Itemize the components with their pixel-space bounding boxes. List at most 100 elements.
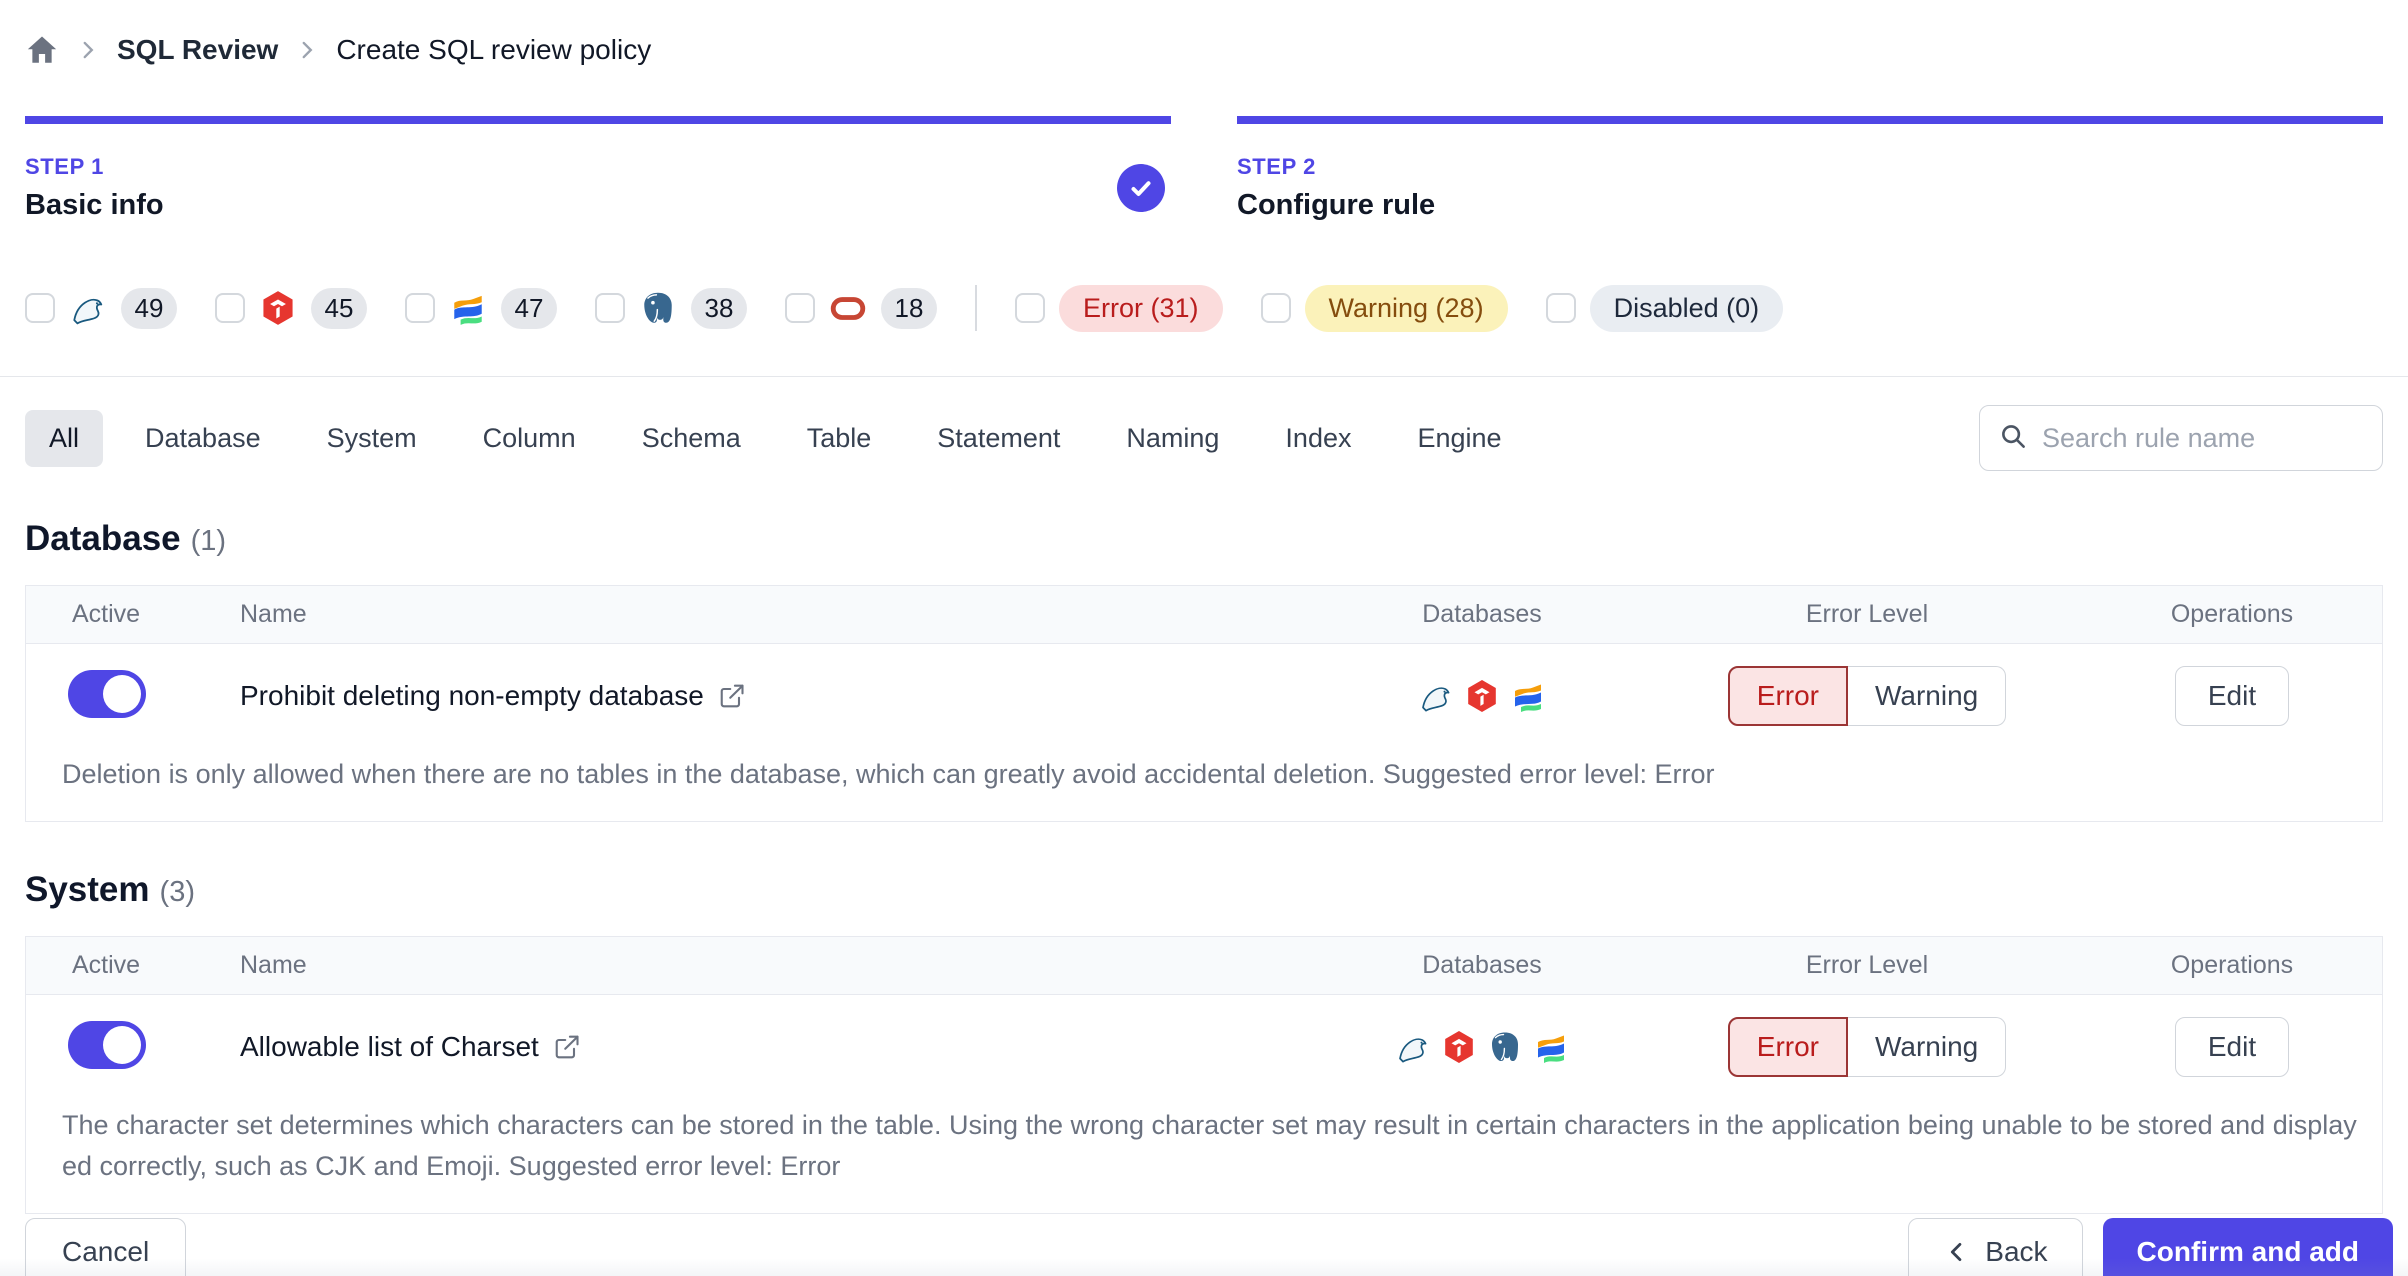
back-button-label: Back bbox=[1985, 1236, 2048, 1267]
filter-level-warning[interactable]: Warning (28) bbox=[1260, 284, 1508, 332]
step-1-progress-bar bbox=[25, 116, 1171, 124]
external-link-icon[interactable] bbox=[718, 682, 746, 710]
chevron-right-icon bbox=[75, 37, 101, 63]
tab-index[interactable]: Index bbox=[1261, 410, 1375, 467]
footer-action-bar: Cancel Back Confirm and add bbox=[25, 1218, 2393, 1276]
cancel-button[interactable]: Cancel bbox=[25, 1218, 187, 1276]
filter-oceanbase[interactable]: 47 bbox=[405, 287, 557, 329]
rule-active-toggle[interactable] bbox=[68, 1020, 146, 1069]
chevron-left-icon bbox=[1951, 1243, 1962, 1261]
tab-statement[interactable]: Statement bbox=[913, 410, 1084, 467]
error-level-error-button[interactable]: Error bbox=[1727, 1017, 1848, 1077]
postgresql-icon bbox=[1487, 1029, 1523, 1065]
chevron-right-icon bbox=[294, 37, 320, 63]
section-system-header: System (3) bbox=[25, 870, 2383, 910]
section-database-header: Database (1) bbox=[25, 519, 2383, 559]
column-header-active: Active bbox=[72, 951, 141, 979]
oracle-icon bbox=[829, 289, 867, 327]
column-header-operations: Operations bbox=[2170, 951, 2294, 979]
system-rules-table: Active Name Databases Error Level Operat… bbox=[25, 936, 2383, 1214]
back-button[interactable]: Back bbox=[1908, 1218, 2083, 1276]
step-indicator: STEP 1 Basic info STEP 2 Configure rule bbox=[25, 116, 2383, 222]
table-row: Prohibit deleting non-empty database Err… bbox=[26, 644, 2382, 740]
filter-tidb[interactable]: 45 bbox=[215, 287, 367, 329]
breadcrumb-sql-review[interactable]: SQL Review bbox=[117, 34, 278, 66]
disabled-level-checkbox[interactable] bbox=[1545, 293, 1576, 323]
column-header-error-level: Error Level bbox=[1805, 600, 1929, 628]
oceanbase-count-badge: 47 bbox=[501, 287, 557, 329]
warning-count-pill[interactable]: Warning (28) bbox=[1304, 284, 1508, 332]
confirm-and-add-button[interactable]: Confirm and add bbox=[2102, 1218, 2393, 1276]
disabled-count-pill[interactable]: Disabled (0) bbox=[1589, 284, 1784, 332]
tab-schema[interactable]: Schema bbox=[618, 410, 765, 467]
step-2-title: Configure rule bbox=[1237, 189, 1436, 221]
table-header-row: Active Name Databases Error Level Operat… bbox=[26, 937, 2382, 995]
section-title: Database bbox=[25, 519, 181, 558]
search-box[interactable] bbox=[1979, 405, 2383, 471]
postgresql-count-badge: 38 bbox=[691, 287, 747, 329]
oracle-checkbox[interactable] bbox=[785, 293, 815, 323]
search-input[interactable] bbox=[2042, 422, 2364, 454]
filter-level-disabled[interactable]: Disabled (0) bbox=[1545, 284, 1784, 332]
warning-level-checkbox[interactable] bbox=[1260, 293, 1291, 323]
tab-naming[interactable]: Naming bbox=[1102, 410, 1243, 467]
column-header-error-level: Error Level bbox=[1805, 951, 1929, 979]
rule-name-link[interactable]: Prohibit deleting non-empty database bbox=[240, 680, 704, 712]
postgresql-checkbox[interactable] bbox=[595, 293, 625, 323]
mysql-icon bbox=[1395, 1029, 1431, 1065]
rule-active-toggle[interactable] bbox=[68, 669, 146, 718]
step-1-completed-check-icon bbox=[1117, 164, 1165, 212]
filter-divider bbox=[975, 285, 977, 331]
error-level-error-button[interactable]: Error bbox=[1727, 666, 1848, 726]
mysql-count-badge: 49 bbox=[121, 287, 177, 329]
column-header-name: Name bbox=[240, 951, 307, 979]
filter-oracle[interactable]: 18 bbox=[785, 287, 937, 329]
home-icon[interactable] bbox=[25, 33, 59, 67]
tidb-icon bbox=[1464, 678, 1500, 714]
oceanbase-checkbox[interactable] bbox=[405, 293, 435, 323]
database-rules-table: Active Name Databases Error Level Operat… bbox=[25, 585, 2383, 822]
filter-bar: 49 45 47 38 18 Error (31) Warning (28) D… bbox=[25, 284, 2383, 332]
section-count: (3) bbox=[159, 876, 195, 908]
column-header-name: Name bbox=[240, 600, 307, 628]
tidb-checkbox[interactable] bbox=[215, 293, 245, 323]
divider bbox=[0, 376, 2408, 377]
tab-all[interactable]: All bbox=[25, 409, 104, 467]
filter-postgresql[interactable]: 38 bbox=[595, 287, 747, 329]
oceanbase-icon bbox=[1533, 1029, 1569, 1065]
error-level-warning-button[interactable]: Warning bbox=[1848, 1017, 2007, 1077]
step-1: STEP 1 Basic info bbox=[25, 116, 1171, 222]
section-count: (1) bbox=[190, 525, 227, 557]
tab-engine[interactable]: Engine bbox=[1393, 410, 1525, 467]
step-2-progress-bar bbox=[1237, 116, 2383, 124]
error-count-pill[interactable]: Error (31) bbox=[1059, 284, 1223, 332]
tidb-count-badge: 45 bbox=[311, 287, 367, 329]
tab-system[interactable]: System bbox=[303, 410, 441, 467]
edit-button[interactable]: Edit bbox=[2174, 1017, 2290, 1077]
tab-database[interactable]: Database bbox=[121, 410, 285, 467]
filter-mysql[interactable]: 49 bbox=[25, 287, 177, 329]
rule-databases bbox=[1312, 678, 1652, 714]
oceanbase-icon bbox=[449, 289, 487, 327]
rule-databases bbox=[1312, 1029, 1652, 1065]
tab-column[interactable]: Column bbox=[459, 410, 600, 467]
rule-description: Deletion is only allowed when there are … bbox=[62, 759, 1715, 789]
error-level-checkbox[interactable] bbox=[1015, 293, 1045, 323]
rule-name-link[interactable]: Allowable list of Charset bbox=[240, 1031, 539, 1063]
oceanbase-icon bbox=[1510, 678, 1546, 714]
mysql-checkbox[interactable] bbox=[25, 293, 55, 323]
filter-level-error[interactable]: Error (31) bbox=[1015, 284, 1223, 332]
edit-button[interactable]: Edit bbox=[2174, 666, 2290, 726]
step-1-label: STEP 1 bbox=[25, 154, 105, 179]
column-header-databases: Databases bbox=[1422, 600, 1542, 628]
section-title: System bbox=[25, 870, 150, 909]
oracle-count-badge: 18 bbox=[881, 287, 937, 329]
error-level-warning-button[interactable]: Warning bbox=[1848, 666, 2007, 726]
external-link-icon[interactable] bbox=[553, 1033, 581, 1061]
mysql-icon bbox=[1418, 678, 1454, 714]
column-header-databases: Databases bbox=[1422, 951, 1542, 979]
postgresql-icon bbox=[639, 289, 677, 327]
tab-table[interactable]: Table bbox=[783, 410, 896, 467]
breadcrumb: SQL Review Create SQL review policy bbox=[25, 28, 2408, 72]
step-2-label: STEP 2 bbox=[1237, 154, 1317, 179]
